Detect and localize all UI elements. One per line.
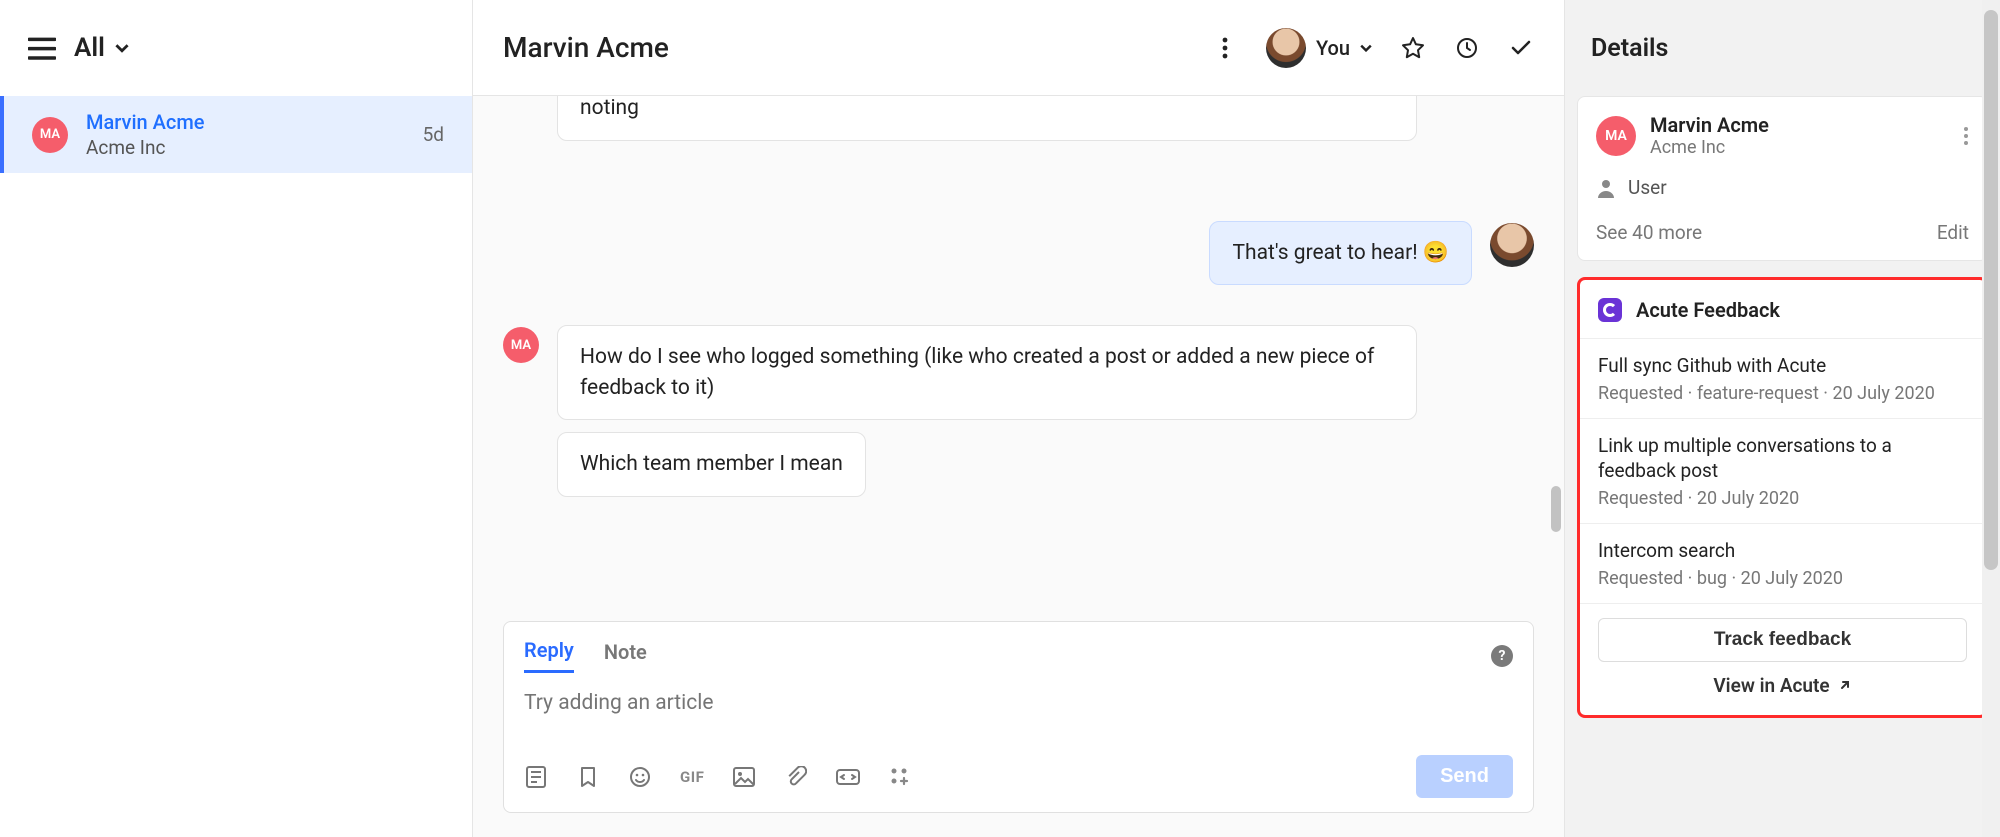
feedback-item-meta: Requested · bug · 20 July 2020: [1598, 568, 1967, 589]
star-icon[interactable]: [1400, 35, 1426, 61]
avatar: [1490, 223, 1534, 267]
message-bubble: it avoids that this little window closes…: [557, 96, 1417, 141]
scrollbar-thumb[interactable]: [1984, 10, 1998, 570]
composer-area: Reply Note ? GIF Send: [473, 621, 1564, 837]
view-in-acute-label: View in Acute: [1713, 674, 1829, 697]
inbox-filter-dropdown[interactable]: All: [74, 33, 129, 63]
attachment-icon[interactable]: [784, 765, 808, 789]
send-button[interactable]: Send: [1416, 755, 1513, 798]
reply-input[interactable]: [524, 691, 1513, 739]
image-icon[interactable]: [732, 765, 756, 789]
check-icon[interactable]: [1508, 35, 1534, 61]
track-feedback-button[interactable]: Track feedback: [1598, 618, 1967, 662]
conversation-title: Marvin Acme: [503, 31, 1212, 64]
inbox-sidebar: All MA Marvin Acme Acme Inc 5d: [0, 0, 473, 837]
clock-icon[interactable]: [1454, 35, 1480, 61]
assignee-dropdown[interactable]: You: [1266, 28, 1372, 68]
message-outgoing: That's great to hear! 😄: [503, 221, 1534, 285]
view-in-acute-link[interactable]: View in Acute: [1713, 674, 1851, 697]
chevron-down-icon: [115, 41, 129, 55]
user-type-row: User: [1596, 176, 1969, 199]
external-link-icon: [1838, 678, 1852, 692]
acute-title: Acute Feedback: [1636, 298, 1780, 322]
message-bubble: That's great to hear! 😄: [1209, 221, 1472, 285]
emoji-icon[interactable]: [628, 765, 652, 789]
user-name: Marvin Acme: [1650, 113, 1949, 137]
details-panel: Details MA Marvin Acme Acme Inc User See…: [1565, 0, 2000, 837]
scrollbar-track[interactable]: [1982, 0, 2000, 837]
sidebar-header: All: [0, 0, 472, 96]
header-actions: You: [1212, 28, 1534, 68]
user-card: MA Marvin Acme Acme Inc User See 40 more…: [1577, 96, 1988, 261]
hamburger-icon[interactable]: [28, 37, 56, 59]
tab-note[interactable]: Note: [604, 640, 647, 672]
composer: Reply Note ? GIF Send: [503, 621, 1534, 813]
composer-tabs: Reply Note ?: [524, 638, 1513, 673]
message-thread[interactable]: it avoids that this little window closes…: [473, 96, 1564, 621]
feedback-item-title: Intercom search: [1598, 538, 1967, 564]
feedback-item[interactable]: Full sync Github with Acute Requested · …: [1580, 339, 1985, 419]
conversation-company: Acme Inc: [86, 136, 405, 159]
user-company: Acme Inc: [1650, 137, 1949, 158]
composer-toolbar: GIF Send: [524, 755, 1513, 798]
gif-icon[interactable]: GIF: [680, 768, 704, 786]
details-title: Details: [1565, 0, 2000, 96]
bookmark-icon[interactable]: [576, 765, 600, 789]
avatar: [1266, 28, 1306, 68]
feedback-item-title: Link up multiple conversations to a feed…: [1598, 433, 1967, 484]
chevron-down-icon: [1360, 44, 1372, 52]
avatar: MA: [32, 117, 68, 153]
feedback-item-meta: Requested · 20 July 2020: [1598, 488, 1967, 509]
conversation-list-item[interactable]: MA Marvin Acme Acme Inc 5d: [0, 96, 472, 173]
user-type: User: [1628, 176, 1667, 199]
edit-link[interactable]: Edit: [1937, 221, 1969, 244]
scrollbar-thumb[interactable]: [1551, 486, 1561, 532]
article-icon[interactable]: [524, 765, 548, 789]
avatar: MA: [503, 327, 539, 363]
see-more-link[interactable]: See 40 more: [1596, 221, 1702, 244]
conversation-name: Marvin Acme: [86, 110, 405, 134]
message-bubble: Which team member I mean: [557, 432, 866, 496]
inbox-filter-label: All: [74, 33, 105, 63]
feedback-item-meta: Requested · feature-request · 20 July 20…: [1598, 383, 1967, 404]
conversation-time: 5d: [423, 123, 444, 146]
help-icon[interactable]: ?: [1491, 645, 1513, 667]
acute-header: Acute Feedback: [1580, 280, 1985, 339]
more-icon[interactable]: [1963, 126, 1969, 146]
message-incoming: it avoids that this little window closes…: [503, 96, 1534, 141]
person-icon: [1596, 178, 1616, 198]
feedback-item-title: Full sync Github with Acute: [1598, 353, 1967, 379]
conversation-header: Marvin Acme You: [473, 0, 1564, 96]
details-body: MA Marvin Acme Acme Inc User See 40 more…: [1565, 96, 2000, 837]
acute-logo-icon: [1598, 298, 1622, 322]
tab-reply[interactable]: Reply: [524, 638, 574, 673]
conversation-meta: Marvin Acme Acme Inc: [86, 110, 405, 159]
assignee-label: You: [1316, 36, 1350, 60]
acute-feedback-card: Acute Feedback Full sync Github with Acu…: [1577, 277, 1988, 718]
message-bubble: How do I see who logged something (like …: [557, 325, 1417, 420]
conversation-pane: Marvin Acme You it: [473, 0, 1565, 837]
apps-icon[interactable]: [888, 765, 912, 789]
feedback-item[interactable]: Link up multiple conversations to a feed…: [1580, 419, 1985, 524]
avatar: MA: [1596, 116, 1636, 156]
message-incoming: MA How do I see who logged something (li…: [503, 325, 1534, 496]
macro-icon[interactable]: [836, 765, 860, 789]
feedback-item[interactable]: Intercom search Requested · bug · 20 Jul…: [1580, 524, 1985, 604]
more-icon[interactable]: [1212, 35, 1238, 61]
